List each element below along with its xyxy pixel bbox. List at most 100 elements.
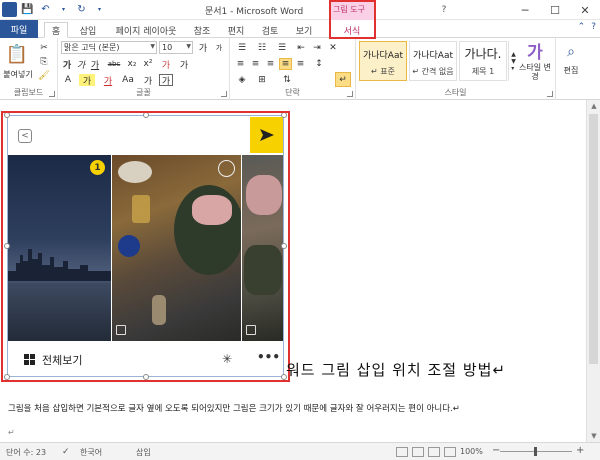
quick-access-toolbar: W 💾 ↶ ▾ ↻ ▾	[2, 2, 107, 17]
tab-home[interactable]: 홈	[44, 22, 68, 38]
word-logo-icon[interactable]: W	[2, 2, 17, 17]
superscript-button[interactable]: x²	[141, 58, 155, 70]
shrink-font-button[interactable]: 가	[212, 41, 226, 54]
change-case-button[interactable]: Aa	[119, 74, 137, 86]
borders-icon[interactable]: ⊞	[254, 74, 270, 86]
save-icon[interactable]: 💾	[20, 2, 35, 17]
language-indicator[interactable]: 한국어	[80, 447, 102, 458]
tab-insert[interactable]: 삽입	[74, 22, 102, 38]
view-reading-icon[interactable]	[412, 447, 424, 457]
insert-mode-indicator[interactable]: 삽입	[136, 447, 151, 458]
bold-button[interactable]: 가	[61, 58, 73, 71]
scroll-thumb[interactable]	[589, 114, 598, 364]
numbering-icon[interactable]: ☷	[254, 41, 270, 54]
tab-review[interactable]: 검토	[256, 22, 284, 38]
collapse-ribbon-icon[interactable]: ⌃	[578, 22, 586, 32]
chevron-down-icon: ▼	[186, 43, 191, 50]
multilevel-list-icon[interactable]: ☰	[274, 41, 290, 54]
grow-font-button[interactable]: 가	[196, 41, 210, 54]
styles-group-label: 스타일	[444, 88, 467, 97]
line-spacing-icon[interactable]: ↕	[311, 58, 327, 70]
vertical-scrollbar[interactable]: ▲ ▼	[586, 100, 600, 442]
font-size-combo[interactable]: 10 ▼	[159, 41, 193, 54]
subscript-button[interactable]: x₂	[125, 58, 139, 70]
sort-icon[interactable]: ⇅	[280, 74, 294, 86]
paragraph-launcher-icon[interactable]	[347, 91, 353, 97]
tab-mailings[interactable]: 편지	[222, 22, 250, 38]
change-styles-button[interactable]: 스타일 변경	[516, 62, 554, 84]
tab-page-layout[interactable]: 페이지 레이아웃	[108, 22, 184, 38]
font-color-icon[interactable]: 가	[101, 74, 115, 87]
zoom-slider-thumb[interactable]	[534, 447, 537, 456]
align-center-icon[interactable]: ≡	[249, 58, 262, 70]
group-paragraph: ☰ ☷ ☰ ⇤ ⇥ ✕ ≡ ≡ ≡ ≡ ≡ ↕ ◈ ⊞ ⇅ ↵ 단락	[230, 38, 356, 100]
underline-button[interactable]: 가	[89, 58, 101, 71]
ribbon-options-icon[interactable]: ?	[437, 3, 451, 17]
paste-button-label[interactable]: 붙여넣기	[0, 68, 36, 80]
view-outline-icon[interactable]	[444, 447, 456, 457]
copy-icon[interactable]: ⎘	[38, 56, 50, 68]
char-border-icon[interactable]: 가	[159, 74, 173, 87]
group-editing: ⌕ 편집	[556, 38, 586, 100]
highlight-button[interactable]: 가	[79, 74, 95, 87]
phonetic-guide-button[interactable]: 가	[177, 58, 191, 71]
scroll-up-icon[interactable]: ▲	[587, 100, 600, 112]
asian-layout-icon[interactable]: ✕	[326, 41, 340, 54]
style-heading-1[interactable]: 가나다. 제목 1	[459, 41, 507, 81]
view-web-icon[interactable]	[428, 447, 440, 457]
distributed-icon[interactable]: ≡	[294, 58, 307, 70]
group-styles: 가나다Aat ↵ 표준 가나다Aat ↵ 간격 없음 가나다. 제목 1 ▲ ▼ ▾…	[356, 38, 556, 100]
tab-file[interactable]: 파일	[0, 20, 38, 38]
align-right-icon[interactable]: ≡	[264, 58, 277, 70]
italic-button[interactable]: 가	[75, 58, 87, 71]
font-name-value: 맑은 고딕 (본문)	[64, 43, 120, 52]
bullets-icon[interactable]: ☰	[234, 41, 250, 54]
zoom-level[interactable]: 100%	[460, 447, 483, 456]
redo-icon[interactable]: ↻	[74, 2, 89, 17]
document-heading[interactable]: 워드 그림 삽입 위치 조절 방법↵	[286, 359, 506, 380]
editing-button[interactable]: 편집	[556, 64, 586, 76]
style-preview: 가나다Aat	[412, 51, 454, 61]
ribbon-tabs: 파일 홈 삽입 페이지 레이아웃 참조 편지 검토 보기 서식	[0, 20, 600, 38]
styles-launcher-icon[interactable]	[547, 91, 553, 97]
clear-format-button[interactable]: 가	[159, 58, 173, 71]
font-launcher-icon[interactable]	[221, 91, 227, 97]
scroll-down-icon[interactable]: ▼	[587, 430, 600, 442]
undo-dropdown-icon[interactable]: ▾	[56, 2, 71, 17]
minimize-button[interactable]: ─	[510, 0, 540, 20]
change-styles-icon[interactable]: 가	[520, 40, 550, 63]
shading-icon[interactable]: ◈	[234, 74, 250, 86]
close-button[interactable]: ✕	[570, 0, 600, 20]
show-marks-icon[interactable]: ↵	[335, 72, 351, 87]
clipboard-launcher-icon[interactable]	[49, 91, 55, 97]
find-icon[interactable]: ⌕	[560, 42, 582, 62]
increase-indent-icon[interactable]: ⇥	[310, 41, 324, 54]
align-left-icon[interactable]: ≡	[234, 58, 247, 70]
document-paragraph[interactable]: 그림을 처음 삽입하면 기본적으로 글자 옆에 오도록 되어있지만 그림은 크기…	[8, 402, 460, 414]
format-painter-icon[interactable]: 🖌	[38, 70, 50, 82]
empty-paragraph[interactable]: ↵	[8, 428, 15, 437]
text-effects-icon[interactable]: A	[61, 74, 75, 86]
view-print-layout-icon[interactable]	[396, 447, 408, 457]
chevron-down-icon: ▼	[150, 43, 155, 50]
char-shading-icon[interactable]: 가	[141, 74, 155, 87]
undo-icon[interactable]: ↶	[38, 2, 53, 17]
font-group-label: 글꼴	[136, 88, 151, 97]
maximize-button[interactable]: ☐	[540, 0, 570, 20]
decrease-indent-icon[interactable]: ⇤	[294, 41, 308, 54]
help-icon[interactable]: ?	[591, 22, 596, 32]
cut-icon[interactable]: ✂	[38, 42, 50, 54]
tab-view[interactable]: 보기	[290, 22, 318, 38]
paste-icon[interactable]: 📋	[4, 42, 30, 66]
zoom-in-icon[interactable]: +	[576, 445, 584, 456]
customize-qat-icon[interactable]: ▾	[92, 2, 107, 17]
font-name-combo[interactable]: 맑은 고딕 (본문) ▼	[61, 41, 157, 54]
strikethrough-button[interactable]: abc	[105, 58, 123, 70]
style-normal[interactable]: 가나다Aat ↵ 표준	[359, 41, 407, 81]
tab-references[interactable]: 참조	[188, 22, 216, 38]
word-count[interactable]: 단어 수: 23	[6, 447, 46, 458]
justify-icon[interactable]: ≡	[279, 58, 292, 70]
annotation-box-format-tab	[329, 0, 376, 39]
style-no-spacing[interactable]: 가나다Aat ↵ 간격 없음	[409, 41, 457, 81]
proofing-icon[interactable]: ✓	[62, 447, 70, 457]
